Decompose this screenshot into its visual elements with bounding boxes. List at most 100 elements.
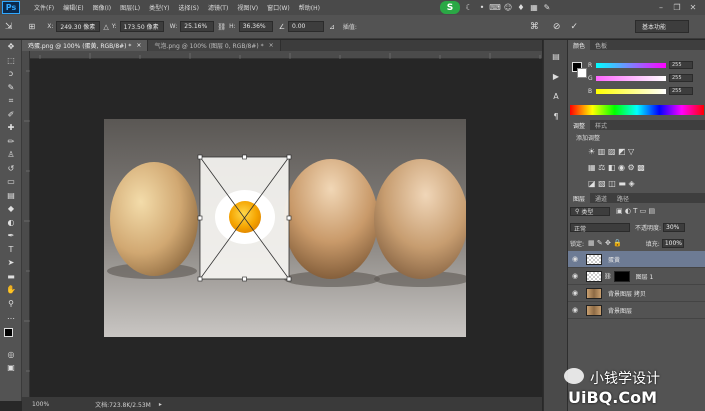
quick-select-tool-icon[interactable]: ✎ <box>0 81 22 95</box>
character-icon[interactable]: A <box>544 86 568 106</box>
eye-icon[interactable]: ◉ <box>568 306 582 314</box>
close-icon[interactable]: ✕ <box>685 1 701 13</box>
commit-transform-icon[interactable]: ✓ <box>570 22 578 32</box>
fill-input[interactable]: 100% <box>661 238 684 248</box>
menu-filter[interactable]: 滤镜(T) <box>208 3 228 12</box>
layer-name[interactable]: 背景图层 拷贝 <box>608 289 646 298</box>
opacity-input[interactable]: 30% <box>663 222 686 232</box>
grid-icon[interactable]: ▦ <box>529 2 539 12</box>
quick-mask-icon[interactable]: ◎ <box>0 348 22 362</box>
user-icon[interactable]: ☺ <box>503 2 513 12</box>
selective-color-icon[interactable]: ◈ <box>628 179 634 188</box>
layer-row-bg[interactable]: ◉ 背景图层 <box>568 302 705 319</box>
angle-input[interactable]: 0.00 <box>288 21 324 32</box>
r-slider[interactable] <box>596 62 666 68</box>
tab-color[interactable]: 颜色 <box>568 40 591 50</box>
chain-icon[interactable]: ⛓ <box>604 273 612 280</box>
dodge-tool-icon[interactable]: ◐ <box>0 216 22 230</box>
tab-adjustments[interactable]: 调整 <box>568 120 591 130</box>
tab-swatches[interactable]: 色板 <box>590 40 612 50</box>
restore-icon[interactable]: ❐ <box>669 1 685 13</box>
layer-name[interactable]: 背景图层 <box>608 306 632 315</box>
crop-tool-icon[interactable]: ⌗ <box>0 94 22 108</box>
foreground-color-swatch[interactable] <box>4 327 13 337</box>
status-arrow-icon[interactable]: ▸ <box>159 401 162 408</box>
skew-icon[interactable]: ⊿ <box>329 23 335 31</box>
layer-row-yolk[interactable]: ◉ 蛋黄 <box>568 251 705 268</box>
exposure-icon[interactable]: ◩ <box>618 147 626 156</box>
gradient-map-icon[interactable]: ▬ <box>618 179 626 188</box>
zoom-level[interactable]: 100% <box>32 401 49 408</box>
eye-icon[interactable]: ◉ <box>568 272 582 280</box>
eraser-tool-icon[interactable]: ▭ <box>0 175 22 189</box>
actions-icon[interactable]: ▶ <box>544 66 568 86</box>
angle-icon[interactable]: ∠ <box>279 23 285 31</box>
hue-icon[interactable]: ▦ <box>588 163 596 172</box>
blend-mode-select[interactable]: 正常 <box>570 222 630 233</box>
menu-view[interactable]: 视图(V) <box>237 3 258 12</box>
moon-icon[interactable]: ☾ <box>464 2 474 12</box>
brightness-icon[interactable]: ☀ <box>588 147 595 156</box>
menu-edit[interactable]: 编辑(E) <box>63 3 83 12</box>
gradient-tool-icon[interactable]: ▤ <box>0 189 22 203</box>
b-slider[interactable] <box>596 88 666 94</box>
layer-row-bg-copy[interactable]: ◉ 背景图层 拷贝 <box>568 285 705 302</box>
invert-icon[interactable]: ◪ <box>588 179 596 188</box>
x-input[interactable]: 249.30 像素 <box>56 21 101 32</box>
dot-icon[interactable]: • <box>477 2 487 12</box>
wrench-icon[interactable]: ✎ <box>542 2 552 12</box>
color-lookup-icon[interactable]: ▩ <box>637 163 645 172</box>
layer-kind-select[interactable]: ⚲ 类型 <box>570 206 610 216</box>
blur-tool-icon[interactable]: ◆ <box>0 202 22 216</box>
color-balance-icon[interactable]: ⚖ <box>598 163 605 172</box>
cancel-transform-icon[interactable]: ⊘ <box>553 22 561 32</box>
tab-eggs[interactable]: 鸡蛋.png @ 100% (蛋黄, RGB/8#) * × <box>22 40 149 51</box>
tab-styles[interactable]: 样式 <box>590 120 612 130</box>
path-select-tool-icon[interactable]: ➤ <box>0 256 22 270</box>
lock-icons[interactable]: ▦ ✎ ✥ 🔒 <box>588 239 622 247</box>
sogou-badge-icon[interactable]: S <box>440 1 460 14</box>
y-input[interactable]: 173.50 像素 <box>119 21 164 32</box>
curves-icon[interactable]: ▨ <box>608 147 616 156</box>
healing-tool-icon[interactable]: ✚ <box>0 121 22 135</box>
history-brush-icon[interactable]: ↺ <box>0 162 22 176</box>
h-input[interactable]: 36.36% <box>238 21 273 32</box>
minimize-icon[interactable]: – <box>653 1 669 13</box>
lasso-tool-icon[interactable]: ↄ <box>0 67 22 81</box>
eyedropper-tool-icon[interactable]: ✐ <box>0 108 22 122</box>
threshold-icon[interactable]: ◫ <box>608 179 616 188</box>
stamp-tool-icon[interactable]: ♙ <box>0 148 22 162</box>
b-value[interactable]: 255 <box>669 87 693 95</box>
menu-image[interactable]: 图像(I) <box>93 3 111 12</box>
menu-help[interactable]: 帮助(H) <box>299 3 320 12</box>
layer-name[interactable]: 蛋黄 <box>608 255 620 264</box>
tab-channels[interactable]: 通道 <box>590 193 612 203</box>
posterize-icon[interactable]: ▧ <box>598 179 606 188</box>
layer-mask-thumbnail[interactable] <box>613 270 630 282</box>
menu-select[interactable]: 选择(S) <box>178 3 199 12</box>
pen-tool-icon[interactable]: ✒ <box>0 229 22 243</box>
eye-icon[interactable]: ◉ <box>568 255 582 263</box>
link-icon[interactable]: ⛓ <box>217 23 226 31</box>
tab-paths[interactable]: 路径 <box>612 193 634 203</box>
color-spectrum[interactable] <box>570 105 704 115</box>
vibrance-icon[interactable]: ▽ <box>628 147 634 156</box>
delta-icon[interactable]: △ <box>103 23 108 31</box>
more-tools-icon[interactable]: … <box>0 310 22 324</box>
layer-row-layer1[interactable]: ◉ ⛓ 图层 1 <box>568 268 705 285</box>
type-tool-icon[interactable]: T <box>0 243 22 257</box>
bg-swatch[interactable] <box>577 68 587 78</box>
screen-mode-icon[interactable]: ▣ <box>0 361 22 375</box>
move-tool-icon[interactable]: ⇲ <box>5 22 13 32</box>
history-icon[interactable]: ▤ <box>544 46 568 66</box>
brush-tool-icon[interactable]: ✏ <box>0 135 22 149</box>
marquee-tool-icon[interactable]: ⬚ <box>0 54 22 68</box>
workspace-select[interactable]: 基本功能 <box>635 20 689 33</box>
filter-icons[interactable]: ▣ ◐ T ▭ ▤ <box>616 207 655 215</box>
document-canvas[interactable] <box>104 119 466 337</box>
hand-tool-icon[interactable]: ✋ <box>0 283 22 297</box>
reference-point-icon[interactable]: ⊞ <box>29 22 36 31</box>
menu-window[interactable]: 窗口(W) <box>267 3 290 12</box>
r-value[interactable]: 255 <box>669 61 693 69</box>
w-input[interactable]: 25.16% <box>180 21 215 32</box>
